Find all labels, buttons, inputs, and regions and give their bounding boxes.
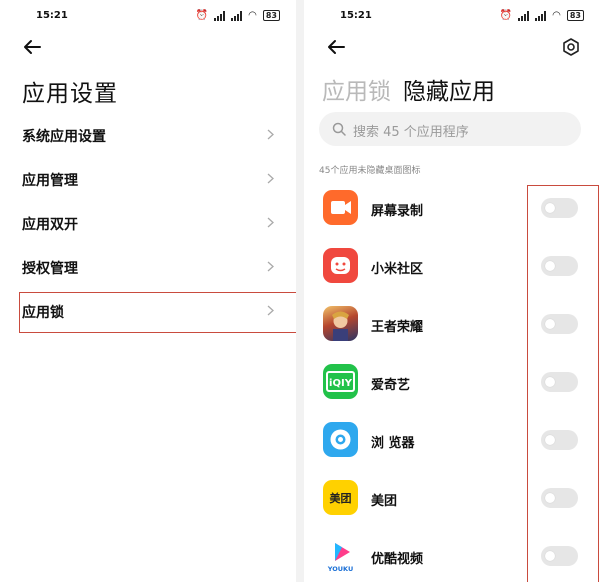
menu-item-system-app-settings[interactable]: 系统应用设置 — [0, 112, 296, 156]
hide-app-toggle[interactable] — [541, 430, 578, 450]
section-hint: 45个应用未隐藏桌面图标 — [319, 166, 421, 176]
search-input[interactable]: 搜索 45 个应用程序 — [319, 112, 581, 146]
hide-app-toggle[interactable] — [541, 488, 578, 508]
app-name: 屏幕录制 — [371, 204, 424, 219]
gear-icon[interactable] — [562, 38, 580, 56]
list-item: 美团 美团 — [304, 478, 600, 518]
signal-icon-2 — [231, 10, 243, 21]
chevron-right-icon — [267, 129, 274, 140]
hide-app-toggle[interactable] — [541, 256, 578, 276]
tab-bar: 应用锁 隐藏应用 — [322, 72, 495, 106]
chevron-right-icon — [267, 305, 274, 316]
menu-item-app-management[interactable]: 应用管理 — [0, 156, 296, 200]
page-title: 应用设置 — [22, 81, 118, 107]
signal-icon-2 — [535, 10, 547, 21]
app-name: 爱奇艺 — [371, 378, 411, 393]
list-item: YOUKU 优酷视频 — [304, 536, 600, 576]
list-item: 屏幕录制 — [304, 188, 600, 228]
menu-item-label: 应用双开 — [22, 217, 78, 233]
status-time: 15:21 — [36, 10, 68, 21]
status-time: 15:21 — [340, 10, 372, 21]
list-item: iQIY 爱奇艺 — [304, 362, 600, 402]
search-icon — [332, 122, 346, 136]
wifi-icon: ◠ — [552, 10, 561, 21]
chevron-right-icon — [267, 261, 274, 272]
hide-app-toggle[interactable] — [541, 314, 578, 334]
list-item: 浏 览器 — [304, 420, 600, 460]
hide-app-toggle[interactable] — [541, 372, 578, 392]
youku-icon: YOUKU — [323, 538, 358, 573]
menu-item-label: 授权管理 — [22, 261, 78, 277]
toggle-knob — [545, 435, 555, 445]
signal-icon — [518, 10, 530, 21]
screen-divider — [296, 0, 304, 582]
app-name: 优酷视频 — [371, 552, 424, 567]
app-name: 浏 览器 — [371, 436, 415, 451]
app-settings-screen: 15:21 ⏰ ◠ 83 应用设置 系统应用设置 应用管理 应用双开 授权管理 — [0, 0, 296, 582]
battery-icon: 83 — [566, 10, 584, 21]
status-icons: ⏰ ◠ 83 — [500, 10, 584, 21]
tab-hidden-apps[interactable]: 隐藏应用 — [403, 72, 495, 106]
honor-of-kings-icon — [323, 306, 358, 341]
wifi-icon: ◠ — [248, 10, 257, 21]
menu-item-app-lock[interactable]: 应用锁 — [0, 288, 296, 332]
alarm-icon: ⏰ — [499, 10, 513, 21]
signal-icon — [214, 10, 226, 21]
hide-app-toggle[interactable] — [541, 198, 578, 218]
app-name: 小米社区 — [371, 262, 424, 277]
toggle-knob — [545, 203, 555, 213]
hide-app-toggle[interactable] — [541, 546, 578, 566]
status-bar: 15:21 ⏰ ◠ 83 — [0, 9, 296, 25]
alarm-icon: ⏰ — [195, 10, 209, 21]
menu-item-label: 应用锁 — [22, 305, 64, 321]
toggle-knob — [545, 261, 555, 271]
list-item: 小米社区 — [304, 246, 600, 286]
menu-item-dual-apps[interactable]: 应用双开 — [0, 200, 296, 244]
meituan-logo-text: 美团 — [330, 491, 352, 505]
iqiyi-icon: iQIY — [323, 364, 358, 399]
search-placeholder: 搜索 45 个应用程序 — [353, 125, 469, 140]
chevron-right-icon — [267, 217, 274, 228]
status-icons: ⏰ ◠ 83 — [196, 10, 280, 21]
youku-logo-text: YOUKU — [327, 565, 353, 573]
screen-recorder-icon — [323, 190, 358, 225]
toggle-knob — [545, 319, 555, 329]
list-item: 王者荣耀 — [304, 304, 600, 344]
meituan-icon: 美团 — [323, 480, 358, 515]
menu-item-label: 应用管理 — [22, 173, 78, 189]
toggle-knob — [545, 551, 555, 561]
back-arrow-icon[interactable] — [22, 39, 42, 55]
app-name: 美团 — [371, 494, 398, 509]
toggle-knob — [545, 377, 555, 387]
toggle-knob — [545, 493, 555, 503]
status-bar: 15:21 ⏰ ◠ 83 — [304, 9, 600, 25]
app-name: 王者荣耀 — [371, 320, 424, 335]
browser-icon — [323, 422, 358, 457]
menu-item-permissions[interactable]: 授权管理 — [0, 244, 296, 288]
iqiyi-logo-text: iQIY — [329, 378, 353, 389]
hidden-apps-screen: 15:21 ⏰ ◠ 83 应用锁 隐藏应用 搜索 45 个应用程序 45个应用未… — [304, 0, 600, 582]
menu-item-label: 系统应用设置 — [22, 129, 106, 145]
mi-community-icon — [323, 248, 358, 283]
back-arrow-icon[interactable] — [326, 39, 346, 55]
tab-app-lock[interactable]: 应用锁 — [322, 72, 391, 106]
chevron-right-icon — [267, 173, 274, 184]
battery-icon: 83 — [262, 10, 280, 21]
